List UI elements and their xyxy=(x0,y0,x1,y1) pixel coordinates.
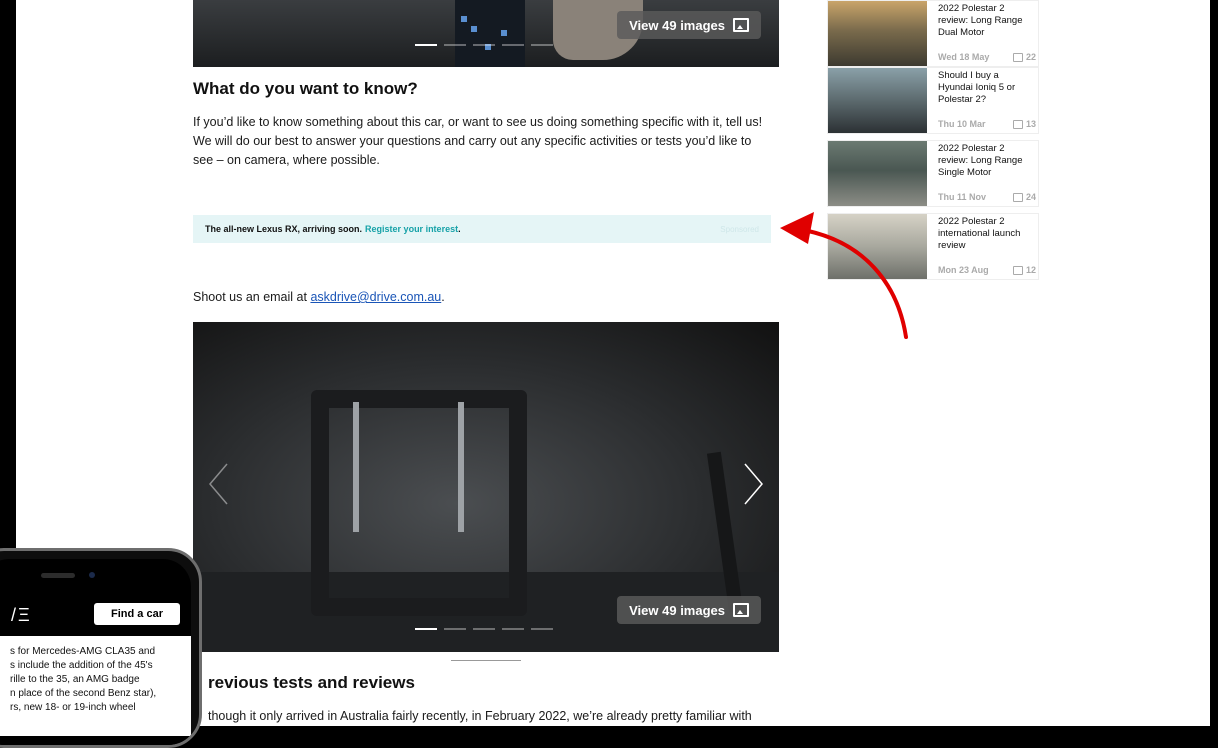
gallery-dots[interactable] xyxy=(415,44,553,46)
article-title: 2022 Polestar 2 review: Long Range Dual … xyxy=(938,3,1023,38)
sponsor-after: . xyxy=(458,224,461,234)
sponsored-tag: Sponsored xyxy=(720,224,759,234)
phone-mockup: /Ξ Find a car s for Mercedes-AMG CLA35 a… xyxy=(0,548,202,748)
comment-icon xyxy=(1012,265,1023,275)
article-thumbnail xyxy=(828,141,927,206)
image-icon xyxy=(733,603,749,617)
section-body: though it only arrived in Australia fair… xyxy=(208,709,752,723)
comment-count: 24 xyxy=(1025,192,1036,202)
infotainment-screen-image xyxy=(455,0,525,67)
view-images-button[interactable]: View 49 images xyxy=(617,11,761,39)
comment-count: 13 xyxy=(1025,119,1036,129)
phone-article-text: s for Mercedes-AMG CLA35 and s include t… xyxy=(0,636,191,736)
article-date: Mon 23 Aug xyxy=(938,265,989,275)
related-article[interactable]: 2022 Polestar 2 review: Long Range Singl… xyxy=(827,140,1039,207)
drive-logo: /Ξ xyxy=(11,605,32,625)
article-date: Thu 11 Nov xyxy=(938,192,987,202)
article-title: 2022 Polestar 2 international launch rev… xyxy=(938,216,1021,251)
section-body: If you’d like to know something about th… xyxy=(193,115,763,167)
article-date: Thu 10 Mar xyxy=(938,119,986,129)
article-date: Wed 18 May xyxy=(938,52,990,62)
chevron-right-icon[interactable] xyxy=(741,462,765,506)
comment-count: 12 xyxy=(1025,265,1036,275)
image-icon xyxy=(733,18,749,32)
view-images-button[interactable]: View 49 images xyxy=(617,596,761,624)
article-title: Should I buy a Hyundai Ioniq 5 or Polest… xyxy=(938,70,1016,105)
email-link[interactable]: askdrive@drive.com.au xyxy=(310,290,441,304)
comment-icon xyxy=(1012,192,1023,202)
main-image-gallery[interactable]: View 49 images xyxy=(193,322,779,652)
sponsored-banner[interactable]: The all-new Lexus RX, arriving soon. Reg… xyxy=(193,215,771,243)
gallery-dots[interactable] xyxy=(415,628,553,630)
divider xyxy=(451,660,521,661)
chevron-left-icon[interactable] xyxy=(207,462,231,506)
register-interest-link[interactable]: Register your interest xyxy=(365,224,458,234)
related-article[interactable]: Should I buy a Hyundai Ioniq 5 or Polest… xyxy=(827,67,1039,134)
comment-icon xyxy=(1012,119,1023,129)
phone-camera xyxy=(89,572,95,578)
article-title: 2022 Polestar 2 review: Long Range Singl… xyxy=(938,143,1023,178)
comment-count: 22 xyxy=(1025,52,1036,62)
section-heading: What do you want to know? xyxy=(193,79,418,98)
top-image-gallery[interactable]: View 49 images xyxy=(193,0,779,67)
phone-speaker xyxy=(41,573,75,578)
article-thumbnail xyxy=(828,68,927,133)
sponsor-lead: The all-new Lexus RX, arriving soon. xyxy=(205,224,363,234)
annotation-arrow-icon xyxy=(780,212,908,339)
section-heading: revious tests and reviews xyxy=(208,673,415,692)
comment-icon xyxy=(1012,52,1023,62)
seat-passthrough-image xyxy=(311,390,527,616)
find-a-car-button[interactable]: Find a car xyxy=(94,603,180,625)
email-line: Shoot us an email at askdrive@drive.com.… xyxy=(193,290,445,304)
article-thumbnail xyxy=(828,1,927,66)
related-article[interactable]: 2022 Polestar 2 review: Long Range Dual … xyxy=(827,0,1039,67)
